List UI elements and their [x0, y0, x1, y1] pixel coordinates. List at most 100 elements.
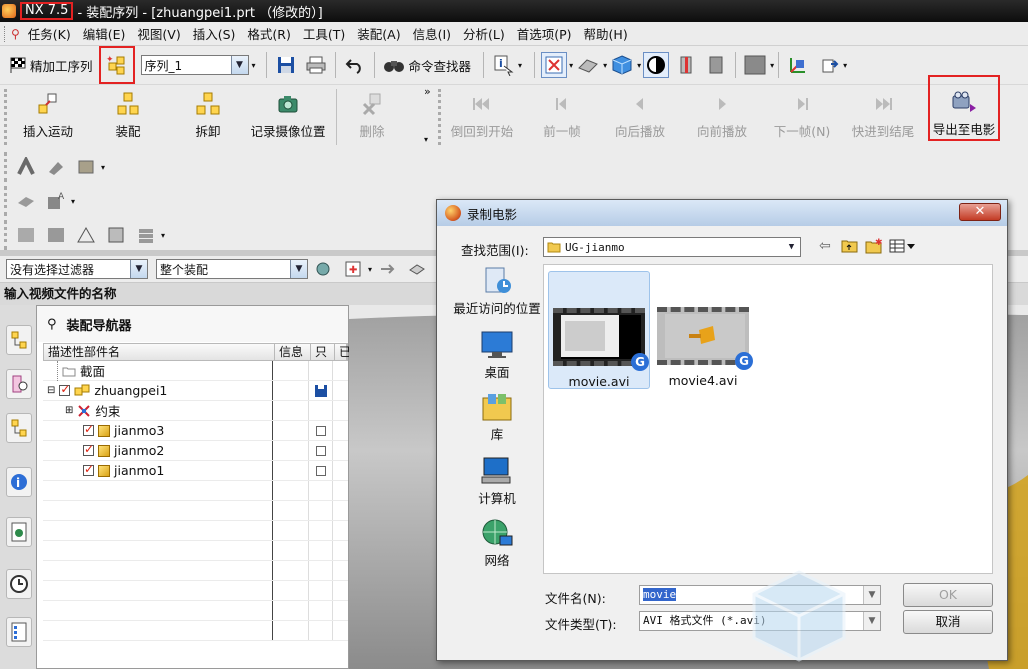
- scope-select[interactable]: 整个装配 ▼: [156, 259, 308, 279]
- snap-point-icon[interactable]: ✚: [340, 256, 366, 282]
- column-readonly[interactable]: 只: [311, 344, 335, 360]
- dropdown-caret-icon[interactable]: ▾: [569, 61, 573, 70]
- part-navigator-tab[interactable]: [6, 413, 32, 443]
- menu-item-format[interactable]: 格式(R): [241, 24, 296, 43]
- tree-row-jianmo2[interactable]: jianmo2: [43, 441, 348, 461]
- file-item-movie4[interactable]: G movie4.avi: [652, 271, 754, 389]
- insert-motion-button[interactable]: 插入运动: [8, 89, 88, 145]
- menu-item-preferences[interactable]: 首选项(P): [511, 24, 578, 43]
- place-desktop[interactable]: 桌面: [451, 330, 543, 381]
- stack-tool-icon[interactable]: [133, 222, 159, 248]
- column-modified[interactable]: 已: [335, 344, 351, 360]
- visibility-checkbox[interactable]: [59, 382, 70, 396]
- fast-forward-button[interactable]: 快进到结尾: [843, 89, 923, 145]
- edit-tool-icon[interactable]: [13, 188, 39, 214]
- dropdown-caret-icon[interactable]: ▾: [368, 265, 372, 274]
- dropdown-caret-icon[interactable]: ▾: [252, 61, 256, 70]
- print-button[interactable]: [303, 52, 329, 78]
- command-finder-button[interactable]: 命令查找器: [409, 56, 472, 75]
- readonly-checkbox[interactable]: [315, 465, 326, 476]
- dropdown-caret-icon[interactable]: ▾: [603, 61, 607, 70]
- menu-item-tools[interactable]: 工具(T): [297, 24, 351, 43]
- new-folder-button[interactable]: ✱: [865, 238, 883, 257]
- web-browser-tab[interactable]: [6, 517, 32, 547]
- background-button[interactable]: [742, 52, 768, 78]
- visibility-checkbox[interactable]: [83, 462, 94, 476]
- dropdown-caret-icon[interactable]: ▾: [770, 61, 774, 70]
- dropdown-caret-icon[interactable]: ▾: [637, 61, 641, 70]
- constraint-navigator-tab[interactable]: [6, 369, 32, 399]
- menu-item-analysis[interactable]: 分析(L): [457, 24, 511, 43]
- wcs-button[interactable]: [785, 52, 811, 78]
- up-folder-button[interactable]: [841, 238, 859, 257]
- section-view-button[interactable]: [703, 52, 729, 78]
- file-item-movie[interactable]: G movie.avi: [548, 271, 650, 389]
- look-in-select[interactable]: UG-jianmo ▼: [543, 237, 801, 257]
- frame-tool-icon[interactable]: [103, 222, 129, 248]
- fit-view-button[interactable]: [541, 52, 568, 78]
- place-computer[interactable]: 计算机: [451, 456, 543, 507]
- expand-icon[interactable]: ⊞: [65, 405, 73, 416]
- dropdown-caret-icon[interactable]: ▾: [518, 61, 522, 70]
- history-tab[interactable]: i: [6, 467, 32, 497]
- sheet-tool-icon[interactable]: [43, 222, 69, 248]
- dropdown-caret-icon[interactable]: ▾: [161, 231, 165, 240]
- delete-button[interactable]: 删除: [332, 89, 412, 145]
- pin-icon[interactable]: ⚲: [47, 317, 57, 332]
- place-recent[interactable]: 最近访问的位置: [451, 266, 543, 317]
- place-network[interactable]: 网络: [451, 518, 543, 569]
- render-style-button[interactable]: [643, 52, 670, 78]
- record-camera-button[interactable]: 记录摄像位置: [246, 89, 330, 145]
- file-list[interactable]: G movie.avi G movie4.avi: [543, 264, 993, 574]
- place-library[interactable]: 库: [451, 392, 543, 443]
- text-tool-icon[interactable]: A: [43, 188, 69, 214]
- column-info[interactable]: 信息: [275, 344, 311, 360]
- assembly-navigator-tab[interactable]: [6, 325, 32, 355]
- route-tool-icon[interactable]: [13, 154, 39, 180]
- save-button[interactable]: [273, 52, 299, 78]
- layout-tool-icon[interactable]: [13, 222, 39, 248]
- dropdown-caret-icon[interactable]: ▾: [101, 163, 105, 172]
- clip-view-button[interactable]: [673, 52, 699, 78]
- prev-frame-button[interactable]: 前一帧: [522, 89, 602, 145]
- menu-item-assembly[interactable]: 装配(A): [351, 24, 406, 43]
- readonly-checkbox[interactable]: [315, 445, 326, 456]
- overflow-chevron-icon[interactable]: »: [424, 85, 431, 98]
- csys-button[interactable]: [815, 52, 841, 78]
- roles-tab[interactable]: [6, 617, 32, 647]
- chevron-down-icon[interactable]: ▼: [863, 586, 880, 604]
- tree-row-zhuangpei1[interactable]: ⊟ zhuangpei1: [43, 381, 348, 401]
- play-backward-button[interactable]: 向后播放: [600, 89, 680, 145]
- undo-button[interactable]: [342, 52, 368, 78]
- view-menu-button[interactable]: [889, 238, 917, 257]
- menu-item-insert[interactable]: 插入(S): [187, 24, 242, 43]
- next-frame-button[interactable]: 下一帧(N): [762, 89, 842, 145]
- ok-button[interactable]: OK: [903, 583, 993, 607]
- cancel-button[interactable]: 取消: [903, 610, 993, 634]
- binoculars-icon[interactable]: [381, 52, 407, 78]
- dropdown-caret-icon[interactable]: ▾: [843, 61, 847, 70]
- menu-item-view[interactable]: 视图(V): [131, 24, 186, 43]
- visibility-checkbox[interactable]: [83, 422, 94, 436]
- shaded-view-button[interactable]: [609, 52, 635, 78]
- component-tool-icon[interactable]: [73, 154, 99, 180]
- rewind-button[interactable]: 倒回到开始: [442, 89, 522, 145]
- finish-sequence-button[interactable]: 精加工序列: [30, 56, 93, 75]
- sequence-select[interactable]: 序列_1 ▼: [140, 55, 249, 75]
- dropdown-caret-icon[interactable]: ▾: [424, 135, 428, 144]
- tree-row-section[interactable]: 截面: [43, 360, 348, 381]
- menu-item-help[interactable]: 帮助(H): [578, 24, 634, 43]
- back-arrow-icon[interactable]: ⇦: [819, 238, 831, 254]
- history-clock-tab[interactable]: [6, 569, 32, 599]
- new-sequence-button[interactable]: ✦: [98, 46, 135, 84]
- play-forward-button[interactable]: 向前播放: [682, 89, 762, 145]
- select-arrow-icon[interactable]: [374, 256, 400, 282]
- view-orient-button[interactable]: [575, 52, 601, 78]
- menu-item-task[interactable]: 任务(K): [22, 24, 77, 43]
- tree-row-jianmo1[interactable]: jianmo1: [43, 461, 348, 481]
- finish-flag-icon[interactable]: [8, 52, 28, 78]
- tree-row-jianmo3[interactable]: jianmo3: [43, 421, 348, 441]
- dropdown-caret-icon[interactable]: ▾: [71, 197, 75, 206]
- menu-item-info[interactable]: 信息(I): [407, 24, 457, 43]
- tree-row-constraints[interactable]: ⊞ 约束: [43, 401, 348, 421]
